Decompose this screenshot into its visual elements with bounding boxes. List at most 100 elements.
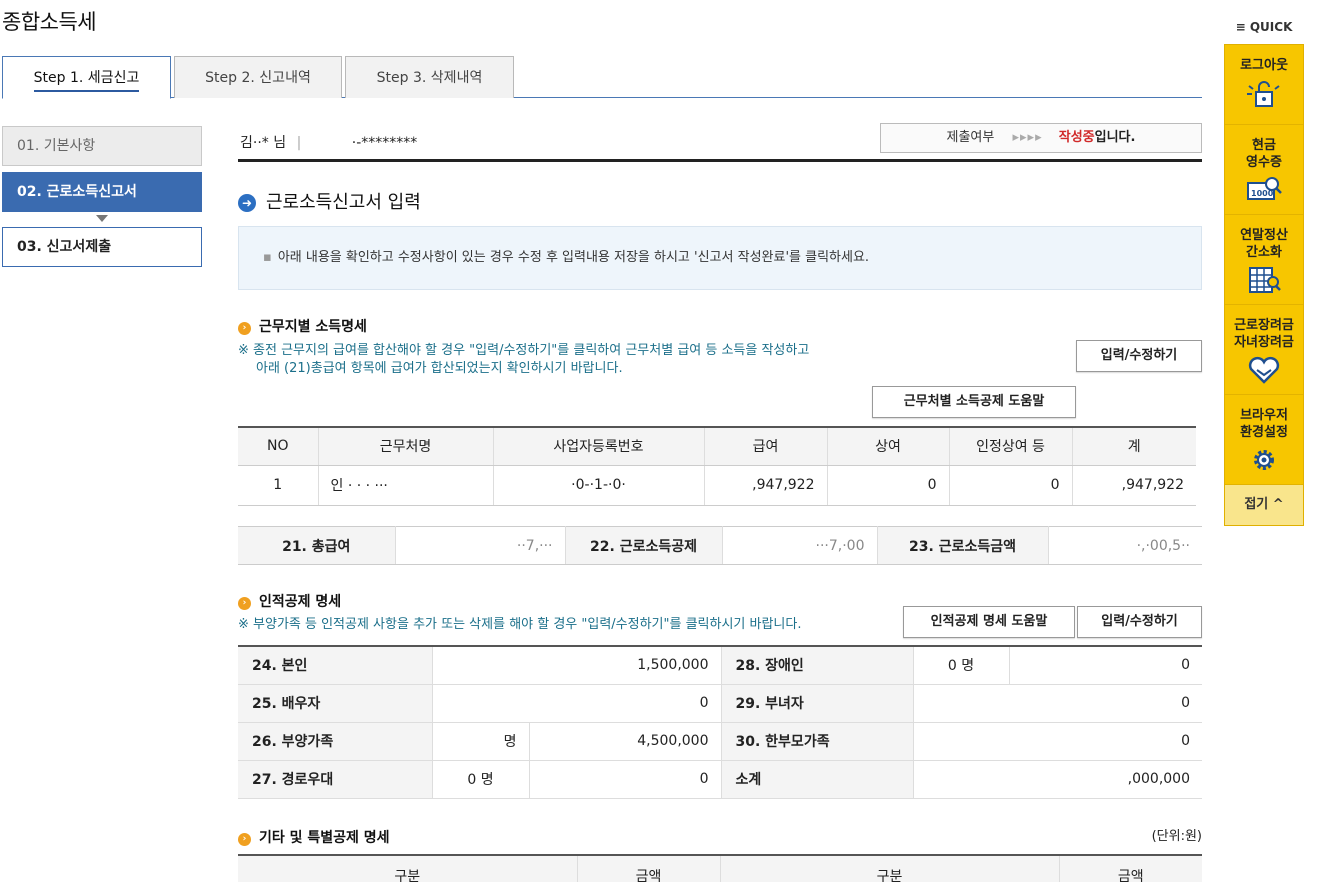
disabled-label: 28. 장애인 (720, 646, 913, 685)
table-row: 1 인 · · · ··· ·0-·1-·0· ,947,922 0 0 ,94… (238, 465, 1196, 506)
col-category: 구분 (238, 855, 577, 882)
quick-incentive[interactable]: 근로장려금 자녀장려금 (1225, 305, 1303, 395)
tab-step2[interactable]: Step 2. 신고내역 (174, 56, 342, 98)
col-bonus: 상여 (826, 427, 949, 466)
side-step-income-report[interactable]: 02. 근로소득신고서 (2, 172, 202, 212)
cell-no: 1 (238, 465, 318, 506)
earned-income-value: ·,·00,5·· (1047, 526, 1202, 565)
orange-dot-icon: › (238, 322, 251, 335)
user-row: 김··* 님 | ·-******** 제출여부 ▸▸▸▸ 작성중입니다. (238, 120, 1202, 162)
quick-browser-label1: 브라우저 (1240, 408, 1288, 423)
quick-year-end[interactable]: 연말정산 간소화 (1225, 215, 1303, 305)
dependents-label: 26. 부양가족 (238, 722, 432, 761)
total-salary-label: 21. 총급여 (238, 526, 395, 565)
single-parent-label: 30. 한부모가족 (720, 722, 913, 761)
dependents-count: 명 (431, 722, 529, 761)
step-tabs: Step 1. 세금신고 Step 2. 신고내역 Step 3. 삭제내역 (2, 56, 1202, 99)
self-value: 1,500,000 (431, 646, 721, 685)
user-name: 김··* 님 (240, 135, 287, 151)
arrow-circle-icon: ➜ (238, 194, 256, 212)
notice-text: 아래 내용을 확인하고 수정사항이 있는 경우 수정 후 입력내용 저장을 하시… (277, 250, 870, 265)
table-row: 27. 경로우대 0 명 0 소계 ,000,000 (238, 760, 1202, 799)
income-note-line2: 아래 (21)총급여 항목에 급여가 합산되었는지 확인하시기 바랍니다. (256, 361, 623, 376)
page-title: 종합소득세 (2, 10, 97, 34)
table-row: 25. 배우자 0 29. 부녀자 0 (238, 684, 1202, 723)
status-value: 작성중 (1058, 130, 1095, 145)
side-step-basic[interactable]: 01. 기본사항 (2, 126, 202, 166)
elderly-label: 27. 경로우대 (238, 760, 432, 799)
personal-help-button[interactable]: 인적공제 명세 도움말 (903, 606, 1075, 638)
personal-title: › 인적공제 명세 (238, 591, 341, 611)
side-steps: 01. 기본사항 02. 근로소득신고서 03. 신고서제출 (2, 126, 202, 267)
status-suffix: 입니다. (1094, 130, 1136, 145)
quick-browser-settings[interactable]: 브라우저 환경설정 (1225, 395, 1303, 485)
main-content: 김··* 님 | ·-******** 제출여부 ▸▸▸▸ 작성중입니다. ➜ 근… (238, 120, 1202, 882)
col-amount: 금액 (576, 855, 720, 882)
quick-logout-label: 로그아웃 (1240, 58, 1288, 73)
col-recognized-bonus: 인정상여 등 (948, 427, 1072, 466)
other-title: › 기타 및 특별공제 명세 (238, 827, 390, 847)
income-deduction-value: ···7,·00 (721, 526, 877, 565)
col-no: NO (238, 427, 318, 466)
status-arrows-icon: ▸▸▸▸ (1012, 130, 1043, 145)
subtotal-label: 소계 (720, 760, 913, 799)
summary-row: 21. 총급여 ··7,··· 22. 근로소득공제 ···7,·00 23. … (238, 526, 1202, 565)
tab-step3[interactable]: Step 3. 삭제내역 (345, 56, 514, 98)
quick-cash-label1: 현금 (1252, 138, 1276, 153)
income-edit-button[interactable]: 입력/수정하기 (1076, 340, 1202, 372)
orange-dot-icon: › (238, 597, 251, 610)
summary-table: 21. 총급여 ··7,··· 22. 근로소득공제 ···7,·00 23. … (238, 526, 1202, 565)
income-title-text: 근무지별 소득명세 (259, 319, 367, 335)
disabled-count: 0 명 (912, 646, 1009, 685)
quick-year-end-label1: 연말정산 (1240, 228, 1288, 243)
quick-browser-label2: 환경설정 (1240, 425, 1288, 440)
quick-logout[interactable]: 로그아웃 (1225, 45, 1303, 125)
income-header-row: NO 근무처명 사업자등록번호 급여 상여 인정상여 등 계 (238, 427, 1196, 466)
orange-dot-icon: › (238, 833, 251, 846)
unit-label: (단위:원) (1151, 829, 1202, 844)
quick-menu: 로그아웃 현금 영수증 1000 연말정산 간소화 근로장려금 자녀장려금 브라… (1224, 44, 1304, 526)
col-salary: 급여 (703, 427, 827, 466)
gear-icon (1254, 450, 1274, 470)
cell-recognized-bonus: 0 (948, 465, 1072, 506)
cell-biz-number: ·0-·1-·0· (492, 465, 704, 506)
tab-step1[interactable]: Step 1. 세금신고 (2, 56, 171, 99)
logout-lock-icon (1247, 81, 1280, 107)
quick-year-end-label2: 간소화 (1246, 245, 1282, 260)
income-help-button[interactable]: 근무처별 소득공제 도움말 (872, 386, 1076, 418)
earned-income-label: 23. 근로소득금액 (876, 526, 1048, 565)
personal-edit-button[interactable]: 입력/수정하기 (1077, 606, 1202, 638)
quick-incentive-label1: 근로장려금 (1234, 318, 1294, 333)
tab-step2-label: Step 2. 신고내역 (205, 70, 311, 86)
personal-table: 24. 본인 1,500,000 28. 장애인 0 명 0 25. 배우자 0… (238, 645, 1202, 799)
self-label: 24. 본인 (238, 646, 432, 685)
subtotal-value: ,000,000 (912, 760, 1202, 799)
side-step-submit[interactable]: 03. 신고서제출 (2, 227, 202, 267)
col-workplace: 근무처명 (317, 427, 493, 466)
receipt-1000-icon: 1000 (1247, 177, 1282, 200)
income-note-line1: ※ 종전 근무지의 급여를 합산해야 할 경우 "입력/수정하기"를 클릭하여 … (238, 343, 810, 358)
table-row: 24. 본인 1,500,000 28. 장애인 0 명 0 (238, 646, 1202, 685)
user-info: 김··* 님 | ·-******** (240, 132, 417, 152)
cell-workplace: 인 · · · ··· (317, 465, 493, 506)
single-parent-value: 0 (912, 722, 1202, 761)
other-table: 구분 금액 구분 금액 (238, 854, 1202, 882)
spouse-label: 25. 배우자 (238, 684, 432, 723)
income-table: NO 근무처명 사업자등록번호 급여 상여 인정상여 등 계 1 인 · · ·… (238, 426, 1196, 506)
table-row: 26. 부양가족 명 4,500,000 30. 한부모가족 0 (238, 722, 1202, 761)
elderly-value: 0 (528, 760, 721, 799)
cell-total: ,947,922 (1071, 465, 1196, 506)
step-down-arrow-icon (96, 215, 108, 222)
notice-box: ▪ 아래 내용을 확인하고 수정사항이 있는 경우 수정 후 입력내용 저장을 하… (238, 226, 1202, 290)
quick-cash-label2: 영수증 (1246, 155, 1282, 170)
quick-cash-receipt[interactable]: 현금 영수증 1000 (1225, 125, 1303, 215)
submission-status: 제출여부 ▸▸▸▸ 작성중입니다. (880, 123, 1202, 153)
personal-title-text: 인적공제 명세 (259, 594, 342, 610)
col-category-2: 구분 (719, 855, 1059, 882)
col-total: 계 (1071, 427, 1196, 466)
woman-value: 0 (912, 684, 1202, 723)
col-amount-2: 금액 (1058, 855, 1202, 882)
heart-hands-icon (1248, 356, 1280, 384)
elderly-count: 0 명 (431, 760, 529, 799)
quick-close-button[interactable]: 접기 ^ (1225, 485, 1303, 525)
